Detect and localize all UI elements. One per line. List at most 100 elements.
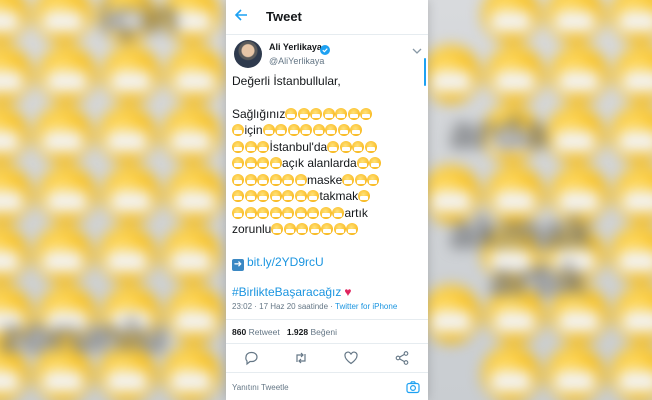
- mask-emoji-icon: [367, 173, 380, 186]
- tweet-line: artık: [232, 205, 422, 222]
- background-mask-emoji: [38, 165, 96, 223]
- background-mask-shape: [46, 71, 88, 93]
- mask-emoji-icon: [321, 223, 334, 235]
- tweet-link[interactable]: bit.ly/2YD9rcU: [247, 255, 324, 269]
- like-count[interactable]: 1.928: [287, 327, 308, 337]
- background-mask-shape: [618, 371, 652, 393]
- mask-emoji-icon: [294, 173, 307, 186]
- background-mask-emoji: [482, 345, 540, 400]
- background-mask-shape: [430, 311, 472, 333]
- tweet-text: Değerli İstanbullular, Sağlığınız için İst…: [232, 73, 422, 300]
- background-mask-shape: [554, 131, 596, 153]
- hashtag[interactable]: #BirlikteBaşaracağız: [232, 285, 341, 299]
- mask-emoji-icon: [257, 206, 269, 219]
- tweet-client[interactable]: Twitter for iPhone: [335, 302, 397, 311]
- background-mask-emoji: [0, 45, 32, 103]
- tweet-word: zorunlu: [232, 222, 272, 236]
- background-word: arda: [450, 106, 548, 158]
- mask-emoji-icon: [285, 107, 298, 120]
- background-mask-emoji: [614, 45, 652, 103]
- background-mask-shape: [558, 71, 600, 93]
- tweet-line: için: [232, 122, 422, 139]
- reply-input[interactable]: Yanıtını Tweetle: [232, 383, 289, 392]
- background-mask-shape: [42, 131, 84, 153]
- mask-emoji-icon: [307, 190, 319, 202]
- mask-emoji-icon: [350, 124, 363, 136]
- background-mask-shape: [42, 11, 84, 33]
- mask-emoji-icon: [262, 124, 275, 136]
- background-mask-emoji: [610, 225, 652, 283]
- tweet-word: takmak: [319, 189, 359, 203]
- tweet-word: açık alanlarda: [282, 156, 357, 170]
- reply-bar[interactable]: Yanıtını Tweetle: [226, 378, 428, 400]
- background-mask-shape: [174, 191, 216, 213]
- retweet-icon[interactable]: [293, 350, 309, 366]
- mask-emoji-icon: [282, 206, 294, 219]
- mask-emoji-icon: [244, 206, 257, 219]
- mask-emoji-icon: [296, 223, 309, 235]
- tweet-word: Sağlığınız: [232, 106, 286, 121]
- background-mask-emoji: [0, 0, 28, 43]
- mask-emoji-icon: [257, 173, 269, 186]
- background-mask-shape: [430, 71, 472, 93]
- mask-emoji-icon: [358, 190, 371, 202]
- background-mask-shape: [46, 191, 88, 213]
- avatar[interactable]: [234, 40, 262, 68]
- mask-emoji-icon: [333, 223, 346, 235]
- mask-emoji-icon: [257, 140, 269, 153]
- mask-emoji-icon: [232, 140, 244, 153]
- background-mask-emoji: [34, 225, 92, 283]
- tweet-stats: 860 Retweet 1.928 Beğeni: [232, 327, 337, 337]
- app-header: Tweet: [226, 0, 428, 35]
- tweet-line: İstanbul'da: [232, 139, 422, 156]
- background-mask-shape: [554, 371, 596, 393]
- author-handle[interactable]: @AliYerlikaya: [269, 56, 324, 66]
- divider: [226, 372, 428, 373]
- mask-emoji-icon: [257, 157, 269, 169]
- chevron-down-icon[interactable]: [412, 42, 422, 54]
- heart-icon[interactable]: [343, 350, 359, 366]
- scrollbar[interactable]: [424, 58, 426, 86]
- background-mask-shape: [0, 131, 20, 153]
- background-mask-emoji: [610, 345, 652, 400]
- tweet-timestamp: 23:02 · 17 Haz 20 saatinde ·: [232, 302, 336, 311]
- background-mask-emoji: [486, 45, 544, 103]
- like-label[interactable]: Beğeni: [311, 327, 337, 337]
- background-word: artık: [490, 253, 588, 305]
- background-mask-shape: [106, 251, 148, 273]
- mask-emoji-icon: [352, 140, 365, 153]
- background-mask-shape: [170, 371, 212, 393]
- mask-emoji-icon: [271, 223, 284, 235]
- retweet-count[interactable]: 860: [232, 327, 246, 337]
- retweet-label[interactable]: Retweet: [249, 327, 280, 337]
- background-mask-emoji: [34, 105, 92, 163]
- background-mask-emoji: [166, 165, 224, 223]
- right-arrow-icon: ➜: [232, 258, 244, 271]
- background-mask-emoji: [162, 345, 220, 400]
- reply-icon[interactable]: [243, 350, 259, 366]
- mask-emoji-icon: [244, 140, 257, 153]
- background-mask-shape: [42, 371, 84, 393]
- tweet-greeting: Değerli İstanbullular,: [232, 74, 341, 88]
- background-mask-emoji: [546, 345, 604, 400]
- background-mask-shape: [622, 191, 652, 213]
- back-arrow-icon[interactable]: [234, 8, 248, 24]
- tweet-word: için: [244, 123, 263, 137]
- mask-emoji-icon: [300, 124, 313, 136]
- camera-icon[interactable]: [406, 380, 420, 394]
- background-mask-emoji: [102, 165, 160, 223]
- tweet-word: artık: [344, 205, 368, 220]
- background-mask-emoji: [0, 225, 28, 283]
- tweet-line: Sağlığınız: [232, 106, 422, 123]
- background-mask-shape: [0, 71, 24, 93]
- author-name[interactable]: Ali Yerlikaya: [269, 42, 322, 52]
- background-mask-emoji: [0, 105, 28, 163]
- mask-emoji-icon: [337, 124, 350, 136]
- background-mask-shape: [490, 371, 532, 393]
- background-mask-emoji: [614, 285, 652, 343]
- tweet-lines: Sağlığınız için İstanbul'da açık alanlarda m…: [232, 106, 422, 238]
- mask-emoji-icon: [257, 190, 269, 202]
- mask-emoji-icon: [347, 107, 360, 120]
- background-mask-emoji: [0, 165, 32, 223]
- share-icon[interactable]: [394, 350, 410, 366]
